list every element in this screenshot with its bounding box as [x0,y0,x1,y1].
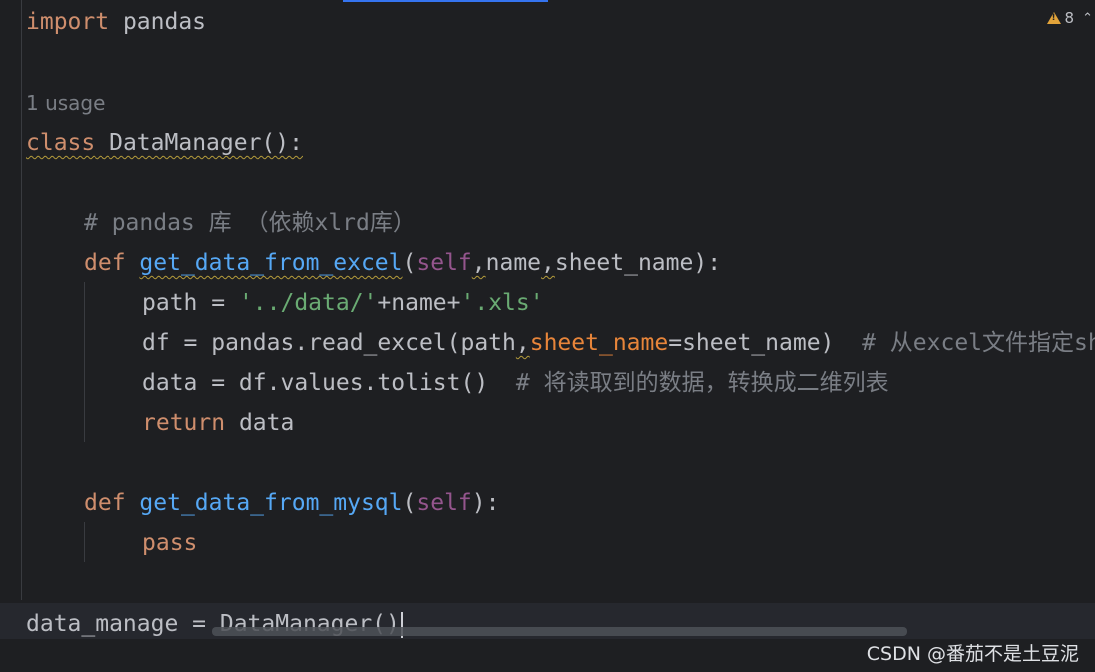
string-literal: '../data/' [238,290,378,316]
code-editor[interactable]: 8 ⌃ import pandas 1 usage class DataMana… [0,0,1095,672]
indent-guide [84,282,85,442]
class-name: DataManager(): [109,130,303,156]
comment-tolist: # 将读取到的数据，转换成二维列表 [515,370,889,396]
inspection-widget[interactable]: 8 ⌃ [1046,6,1093,30]
watermark: CSDN @番茄不是土豆泥 [866,643,1079,665]
concat-name: +name+ [377,290,461,316]
comma: , [541,250,555,276]
usage-hint[interactable]: 1 usage [26,88,105,118]
paren-close: ): [471,490,500,516]
indent-guide [84,522,85,562]
call-read-excel: df = pandas.read_excel(path [142,330,516,356]
keyword-def: def [84,250,126,276]
code-line-path[interactable]: path = '../data/'+name+'.xls' [142,288,544,318]
comma: , [471,250,486,276]
gutter-separator [21,0,22,600]
self-param: self [416,490,472,516]
self-param: self [416,250,472,276]
warning-count: 8 [1064,9,1075,27]
code-line-def-excel[interactable]: def get_data_from_excel(self,name,sheet_… [84,248,721,278]
return-value: data [225,410,295,436]
active-tab-indicator [343,0,548,2]
code-line-tolist[interactable]: data = df.values.tolist() # 将读取到的数据，转换成二… [142,368,889,398]
code-line-read-excel[interactable]: df = pandas.read_excel(path,sheet_name=s… [142,328,1095,358]
string-literal: '.xls' [460,290,544,316]
keyword-def: def [84,490,126,516]
keyword-class: class [26,130,96,156]
argument-value: =sheet_name) [668,330,863,356]
code-line-def-mysql[interactable]: def get_data_from_mysql(self): [84,488,499,518]
function-name-mysql: get_data_from_mysql [139,490,403,516]
comment-pandas: # pandas 库 （依赖xlrd库） [84,210,416,236]
param-sheet-name: sheet_name): [554,250,722,276]
code-line-comment[interactable]: # pandas 库 （依赖xlrd库） [84,208,416,238]
comment-read-excel: # 从excel文件指定sheet中读取数据 [862,330,1095,356]
keyword-argument: sheet_name [529,330,669,356]
assign-path: path = [142,290,239,316]
comma: , [515,330,530,356]
assign-data: data = df.values.tolist() [142,370,516,396]
code-line-return[interactable]: return data [142,408,294,438]
paren-open: ( [402,250,417,276]
keyword-import: import [26,9,110,35]
warning-triangle-icon [1046,12,1061,24]
code-line-1[interactable]: import pandas [26,7,206,37]
code-line-pass[interactable]: pass [142,528,197,558]
module-name: pandas [109,9,207,35]
horizontal-scrollbar[interactable] [212,627,907,636]
paren-open: ( [402,490,417,516]
param-name: name [485,250,542,276]
keyword-pass: pass [142,530,198,556]
keyword-return: return [142,410,226,436]
chevron-up-icon[interactable]: ⌃ [1082,11,1093,26]
code-line-class[interactable]: class DataManager(): [26,128,303,158]
function-name-excel: get_data_from_excel [139,250,403,276]
